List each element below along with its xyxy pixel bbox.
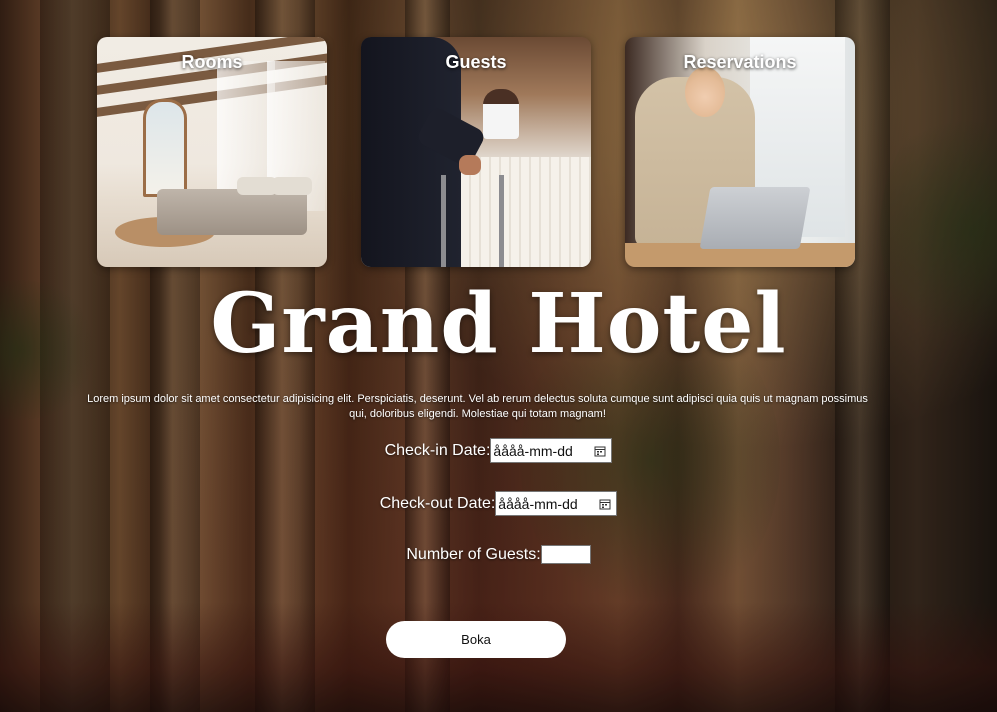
card-guests[interactable]: Guests — [361, 37, 591, 267]
checkout-label: Check-out Date: — [379, 494, 496, 512]
card-rooms[interactable]: Rooms — [97, 37, 327, 267]
checkin-row: Check-in Date: åååå-mm-dd — [0, 438, 997, 463]
book-button[interactable]: Boka — [386, 621, 566, 658]
checkin-date-placeholder: åååå-mm-dd — [493, 442, 573, 459]
checkout-date-input[interactable]: åååå-mm-dd — [495, 491, 618, 516]
page-title: Grand Hotel — [210, 276, 787, 372]
checkout-date-placeholder: åååå-mm-dd — [498, 495, 578, 512]
calendar-icon[interactable] — [594, 445, 606, 457]
guests-number-input[interactable] — [540, 545, 591, 564]
card-rooms-title: Rooms — [181, 52, 243, 72]
page-description: Lorem ipsum dolor sit amet consectetur a… — [87, 393, 868, 420]
card-reservations[interactable]: Reservations — [625, 37, 855, 267]
calendar-icon[interactable] — [599, 498, 611, 510]
checkin-label: Check-in Date: — [384, 441, 491, 459]
guests-row: Number of Guests: — [0, 545, 997, 564]
checkin-date-input[interactable]: åååå-mm-dd — [490, 438, 613, 463]
card-guests-title: Guests — [445, 52, 507, 72]
checkout-row: Check-out Date: åååå-mm-dd — [0, 491, 997, 516]
guests-label: Number of Guests: — [406, 545, 541, 563]
card-reservations-title: Reservations — [683, 52, 797, 72]
hotel-page: Rooms Guests Reservations Grand Hotel Lo… — [0, 0, 997, 712]
